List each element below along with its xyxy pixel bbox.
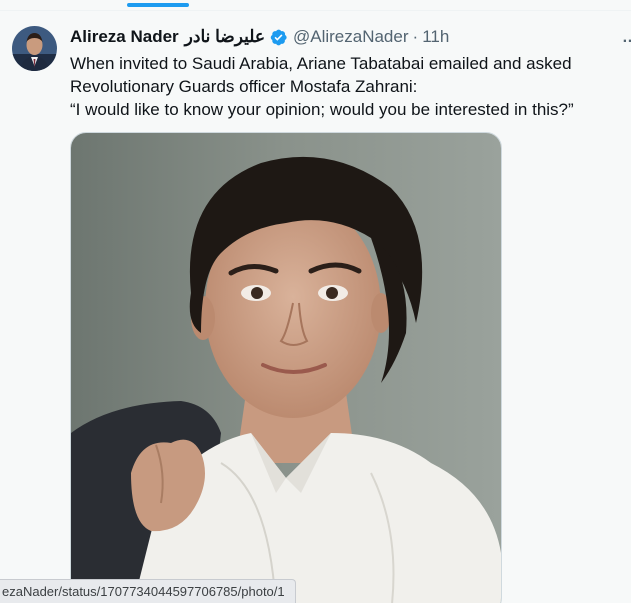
avatar-image [12,26,57,71]
author-arabic-name[interactable]: علیرضا نادر [185,27,265,47]
author-display-name[interactable]: Alireza Nader [70,27,179,47]
tweet-screenshot: Alireza Nader علیرضا نادر @AlirezaNader … [0,0,631,603]
status-url-bar: ezaNader/status/1707734044597706785/phot… [0,579,296,603]
tweet-timestamp[interactable]: 11h [422,27,449,47]
tweet-text-line: “I would like to know your opinion; woul… [70,100,574,119]
author-handle[interactable]: @AlirezaNader [293,27,409,47]
tweet-text-line: When invited to Saudi Arabia, Ariane Tab… [70,54,572,73]
tweet-text: When invited to Saudi Arabia, Ariane Tab… [70,52,625,121]
tab-indicator [127,3,189,7]
separator-dot: · [412,27,419,46]
more-icon[interactable]: … [622,29,631,47]
tweet-text-line: Revolutionary Guards officer Mostafa Zah… [70,77,418,96]
woman-portrait-photo [71,133,501,603]
tweet-photo[interactable] [70,132,502,603]
tweet-header: Alireza Nader علیرضا نادر @AlirezaNader … [70,26,449,48]
verified-badge-icon [269,28,288,47]
divider [0,10,631,11]
avatar[interactable] [12,26,57,71]
